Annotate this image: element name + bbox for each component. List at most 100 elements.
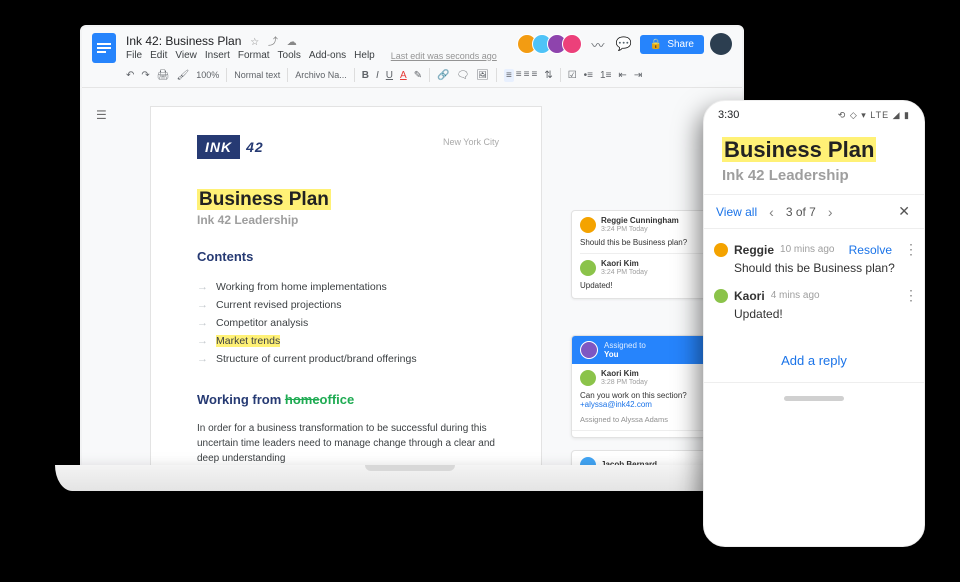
phone-clock: 3:30	[718, 109, 739, 121]
menu-help[interactable]: Help	[354, 50, 375, 61]
toolbar-separator	[560, 68, 561, 82]
title-row: Ink 42: Business Plan ☆ ⤴ ☁	[126, 33, 497, 48]
bulleted-list-icon[interactable]: •≡	[584, 70, 593, 81]
menu-bar: File Edit View Insert Format Tools Add-o…	[126, 50, 497, 61]
style-select[interactable]: Normal text	[234, 70, 280, 80]
align-right-icon[interactable]: ≡	[524, 69, 530, 82]
brand-ink: INK	[197, 135, 240, 159]
comment-time: 10 mins ago	[780, 244, 834, 255]
add-reply-button[interactable]: Add a reply	[704, 327, 924, 382]
toolbar-separator	[354, 68, 355, 82]
paint-format-icon[interactable]: 🖌	[176, 70, 189, 81]
comment-counter: 3 of 7	[786, 205, 816, 219]
comment-text: Should this be Business plan?	[734, 261, 918, 275]
comment-text: Updated!	[734, 307, 918, 321]
highlight-icon[interactable]: ✎	[414, 70, 422, 81]
phone-comment[interactable]: Reggie 10 mins ago Resolve ⋮ Should this…	[714, 235, 918, 281]
editor-canvas[interactable]: ☰ INK 42 New York City Business Plan Ink…	[82, 102, 742, 467]
toolbar: ↶ ↷ 🖨 🖌 100% Normal text Archivo Na... B…	[82, 65, 742, 88]
phone-status-icons: ⟲ ◇ ▾ LTE ◢ ▮	[838, 110, 910, 121]
phone-comment[interactable]: Kaori 4 mins ago ⋮ Updated!	[714, 281, 918, 327]
body-paragraph: In order for a business transformation t…	[197, 421, 499, 466]
prev-comment-icon[interactable]: ‹	[765, 204, 778, 220]
titlebar-right: 〰 💬 🔒 Share	[522, 33, 732, 55]
phone-doc-title: Business Plan	[722, 137, 906, 163]
font-select[interactable]: Archivo Na...	[295, 70, 347, 80]
comment-time: 4 mins ago	[771, 290, 820, 301]
toolbar-separator	[287, 68, 288, 82]
menu-format[interactable]: Format	[238, 50, 270, 61]
comment-time: 3:28 PM Today	[601, 379, 648, 386]
add-comment-icon[interactable]: 🗨	[457, 70, 470, 81]
section-post: office	[320, 392, 355, 407]
presence-avatars[interactable]	[522, 34, 582, 54]
underline-icon[interactable]: U	[386, 70, 393, 81]
comment-history-icon[interactable]: 💬	[614, 34, 634, 54]
presence-avatar[interactable]	[562, 34, 582, 54]
account-avatar[interactable]	[710, 33, 732, 55]
indent-increase-icon[interactable]: ⇥	[634, 70, 642, 81]
more-menu-icon[interactable]: ⋮	[904, 241, 918, 258]
print-icon[interactable]: 🖨	[157, 70, 170, 81]
outline-toggle-icon[interactable]: ☰	[96, 108, 107, 122]
undo-icon[interactable]: ↶	[126, 70, 134, 81]
move-folder-icon[interactable]: ⤴	[268, 37, 278, 48]
toc-item: Structure of current product/brand offer…	[197, 350, 499, 368]
view-all-link[interactable]: View all	[716, 205, 757, 219]
phone-navbar	[704, 382, 924, 413]
highlighted-title: Business Plan	[197, 189, 331, 210]
resolve-button[interactable]: Resolve	[849, 243, 892, 257]
avatar-icon	[580, 260, 596, 276]
share-button[interactable]: 🔒 Share	[640, 35, 704, 54]
toolbar-separator	[226, 68, 227, 82]
more-menu-icon[interactable]: ⋮	[904, 287, 918, 304]
comment-author: Kaori	[734, 289, 765, 303]
star-icon[interactable]: ☆	[250, 37, 259, 48]
home-handle[interactable]	[784, 396, 844, 401]
section-strike: home	[285, 392, 320, 407]
avatar-icon	[580, 341, 598, 359]
zoom-select[interactable]: 100%	[196, 70, 219, 80]
align-center-icon[interactable]: ≡	[516, 69, 522, 82]
toolbar-separator	[429, 68, 430, 82]
indent-decrease-icon[interactable]: ⇤	[618, 70, 626, 81]
insert-image-icon[interactable]: 🖼	[476, 70, 489, 81]
insert-link-icon[interactable]: 🔗	[437, 70, 449, 81]
menu-file[interactable]: File	[126, 50, 142, 61]
phone-doc-area[interactable]: Business Plan Ink 42 Leadership	[704, 123, 924, 194]
contents-heading: Contents	[197, 249, 499, 264]
menu-addons[interactable]: Add-ons	[309, 50, 346, 61]
menu-insert[interactable]: Insert	[205, 50, 230, 61]
google-docs-app: Ink 42: Business Plan ☆ ⤴ ☁ File Edit Vi…	[82, 27, 742, 467]
align-justify-icon[interactable]: ≡	[531, 69, 537, 82]
text-color-icon[interactable]: A	[400, 70, 407, 81]
phone-comments-bar: View all ‹ 3 of 7 › ✕	[704, 194, 924, 229]
document-page[interactable]: INK 42 New York City Business Plan Ink 4…	[150, 106, 542, 466]
menu-tools[interactable]: Tools	[278, 50, 301, 61]
comment-author: Reggie	[734, 243, 774, 257]
toc-item: Competitor analysis	[197, 314, 499, 332]
close-icon[interactable]: ✕	[890, 203, 918, 220]
bold-icon[interactable]: B	[362, 70, 369, 81]
menu-edit[interactable]: Edit	[150, 50, 167, 61]
assignee-self: You	[604, 350, 646, 359]
last-edit-link[interactable]: Last edit was seconds ago	[391, 51, 497, 61]
title-column: Ink 42: Business Plan ☆ ⤴ ☁ File Edit Vi…	[126, 33, 497, 61]
docs-logo-icon[interactable]	[92, 33, 116, 63]
numbered-list-icon[interactable]: 1≡	[600, 70, 611, 81]
line-spacing-icon[interactable]: ⇅	[544, 70, 552, 81]
doc-subtitle: Ink 42 Leadership	[197, 213, 499, 227]
next-comment-icon[interactable]: ›	[824, 204, 837, 220]
phone-doc-subtitle: Ink 42 Leadership	[722, 167, 906, 184]
checklist-icon[interactable]: ☑	[568, 70, 577, 81]
align-left-icon[interactable]: ≡	[504, 69, 514, 82]
brand-num: 42	[246, 139, 264, 155]
laptop-base	[55, 465, 765, 491]
cloud-saved-icon[interactable]: ☁	[287, 37, 297, 48]
laptop-device: Ink 42: Business Plan ☆ ⤴ ☁ File Edit Vi…	[80, 25, 740, 535]
activity-icon[interactable]: 〰	[588, 34, 608, 54]
menu-view[interactable]: View	[175, 50, 197, 61]
redo-icon[interactable]: ↷	[141, 70, 149, 81]
italic-icon[interactable]: I	[376, 70, 379, 81]
doc-title[interactable]: Ink 42: Business Plan	[126, 34, 241, 48]
